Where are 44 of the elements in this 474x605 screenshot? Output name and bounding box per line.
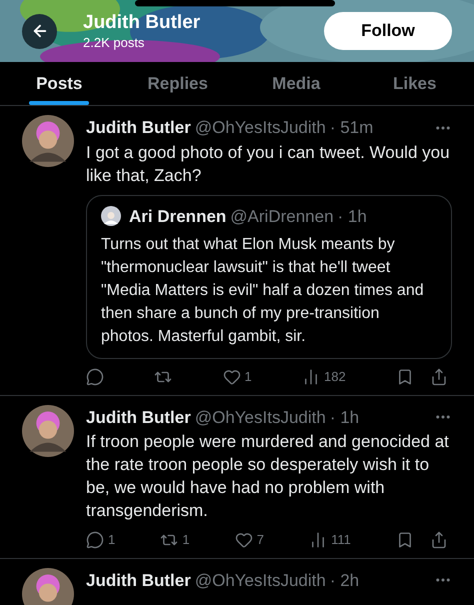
heart-icon [222, 368, 241, 386]
avatar[interactable] [22, 404, 74, 456]
reply-button[interactable]: 1 [86, 530, 116, 550]
tab[interactable]: Replies [118, 62, 237, 105]
follow-button[interactable]: Follow [324, 12, 452, 50]
like-button[interactable]: 7 [234, 530, 264, 550]
share-button[interactable] [430, 530, 448, 549]
bookmark-icon [396, 368, 414, 386]
post-time: · 2h [330, 570, 360, 592]
tab[interactable]: Media [237, 62, 356, 105]
post-time: · 1h [330, 406, 360, 428]
share-button[interactable] [430, 368, 448, 386]
post-text: If troon people were murdered and genocided at the rate troon people so desperately wish it to be, we would have had no problem with transgenderism. [86, 431, 450, 522]
avatar[interactable] [22, 115, 74, 167]
author-name[interactable]: Judith Butler [86, 115, 191, 140]
repost-button[interactable]: 1 [160, 530, 190, 550]
tab[interactable]: Posts [0, 62, 118, 105]
author-handle: @OhYesItsJudith [194, 570, 326, 592]
author-handle: @AriDrennen [230, 206, 334, 228]
quoted-post[interactable] [86, 194, 452, 359]
profile-name: Judith Butler [83, 11, 200, 35]
heart-icon [234, 530, 253, 549]
author-handle: @OhYesItsJudith [194, 117, 326, 139]
like-button[interactable]: 1 [222, 367, 252, 386]
post-time: · 51m [330, 117, 374, 139]
tab[interactable]: Likes [356, 62, 474, 105]
speech-bubble-icon [86, 368, 104, 386]
reply-button[interactable] [86, 368, 104, 386]
views-button[interactable]: 111 [309, 530, 351, 550]
post-time: · 1h [338, 206, 367, 228]
author-handle: @OhYesItsJudith [194, 406, 326, 428]
author-name[interactable]: Judith Butler [86, 404, 191, 430]
author-name: Ari Drennen [129, 206, 226, 228]
post-text: I got a good photo of you i can tweet. Would you like that, Zach? [86, 142, 451, 186]
bookmark-button[interactable] [396, 368, 414, 386]
speech-bubble-icon [86, 530, 104, 549]
quoted-text: Turns out that what Elon Musk meants by "thermonuclear lawsuit" is that he'll tweet "Media Matters is evil" half a dozen times and then share a bunch of my pre-transition photos. Masterful gambit, sir. [101, 235, 425, 347]
post-count: 2.2K posts [83, 34, 146, 51]
share-icon [430, 368, 448, 386]
avatar[interactable] [101, 206, 121, 226]
views-button[interactable]: 182 [302, 367, 346, 386]
share-icon [430, 530, 448, 549]
avatar[interactable] [22, 568, 74, 605]
author-name[interactable]: Judith Butler [86, 568, 191, 593]
